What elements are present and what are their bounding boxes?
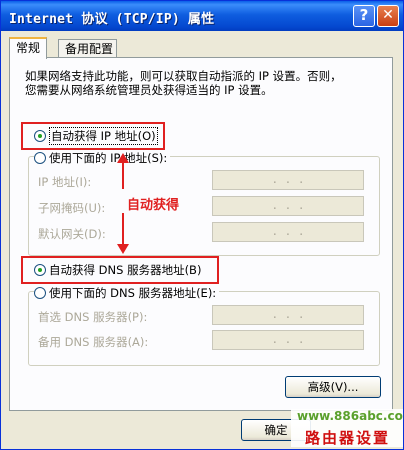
default-gateway-value: . . .	[271, 225, 305, 238]
advanced-button-label: 高级(V)...	[307, 380, 359, 394]
general-tab-panel: 如果网络支持此功能，则可以获取自动指派的 IP 设置。否则， 您需要从网络系统管…	[9, 57, 393, 411]
alternate-dns-value: . . .	[271, 333, 305, 346]
radio-selected-icon	[34, 130, 46, 142]
manual-ip-radio[interactable]: 使用下面的 IP 地址(S):	[34, 150, 171, 166]
manual-dns-radio[interactable]: 使用下面的 DNS 服务器地址(E):	[34, 285, 220, 301]
alternate-dns-input[interactable]: . . .	[212, 330, 364, 350]
title-bar[interactable]: Internet 协议 (TCP/IP) 属性 ? ✕	[1, 1, 403, 31]
help-button[interactable]: ?	[353, 5, 375, 27]
preferred-dns-value: . . .	[271, 308, 305, 321]
ip-address-input[interactable]: . . .	[212, 170, 364, 190]
description-line-1: 如果网络支持此功能，则可以获取自动指派的 IP 设置。否则，	[25, 69, 342, 83]
radio-unselected-icon	[34, 152, 46, 164]
ip-address-value: . . .	[271, 173, 305, 186]
default-gateway-input[interactable]: . . .	[212, 222, 364, 242]
advanced-button[interactable]: 高级(V)...	[285, 376, 381, 398]
radio-selected-icon	[34, 264, 46, 276]
watermark-name: 路由器设置	[305, 429, 391, 447]
arrow-up-icon	[117, 153, 129, 163]
description-line-2: 您需要从网络系统管理员处获得适当的 IP 设置。	[25, 83, 273, 97]
preferred-dns-label: 首选 DNS 服务器(P):	[38, 310, 148, 324]
tcpip-properties-dialog: Internet 协议 (TCP/IP) 属性 ? ✕ 常规 备用配置 如果网络…	[0, 0, 404, 450]
subnet-mask-value: . . .	[271, 199, 305, 212]
close-button[interactable]: ✕	[377, 5, 399, 27]
radio-unselected-icon	[34, 287, 46, 299]
auto-ip-radio[interactable]: 自动获得 IP 地址(O)	[34, 127, 158, 145]
site-watermark: www.886abc.com 路由器设置	[291, 409, 404, 447]
ip-address-label: IP 地址(I):	[38, 175, 92, 189]
auto-ip-label: 自动获得 IP 地址(O)	[49, 127, 158, 145]
help-icon: ?	[359, 6, 369, 24]
auto-dns-label: 自动获得 DNS 服务器地址(B)	[49, 263, 202, 277]
manual-ip-label: 使用下面的 IP 地址(S):	[49, 151, 168, 165]
subnet-mask-input[interactable]: . . .	[212, 196, 364, 216]
default-gateway-label: 默认网关(D):	[38, 227, 106, 241]
close-icon: ✕	[382, 7, 394, 23]
description-text: 如果网络支持此功能，则可以获取自动指派的 IP 设置。否则， 您需要从网络系统管…	[25, 69, 385, 97]
manual-dns-label: 使用下面的 DNS 服务器地址(E):	[49, 286, 217, 300]
watermark-url: www.886abc.com	[297, 409, 404, 423]
tab-general-label: 常规	[16, 41, 41, 55]
annotation-label: 自动获得	[127, 198, 180, 213]
arrow-down-icon	[117, 244, 129, 254]
preferred-dns-input[interactable]: . . .	[212, 305, 364, 325]
tab-alternate-config-label: 备用配置	[65, 42, 114, 56]
manual-dns-group	[28, 291, 380, 366]
auto-dns-radio[interactable]: 自动获得 DNS 服务器地址(B)	[34, 262, 201, 278]
ok-button-label: 确定	[264, 423, 288, 437]
window-title: Internet 协议 (TCP/IP) 属性	[9, 12, 215, 27]
subnet-mask-label: 子网掩码(U):	[38, 201, 106, 215]
tab-general[interactable]: 常规	[9, 37, 48, 59]
alternate-dns-label: 备用 DNS 服务器(A):	[38, 335, 149, 349]
tab-alternate-config[interactable]: 备用配置	[58, 39, 117, 59]
